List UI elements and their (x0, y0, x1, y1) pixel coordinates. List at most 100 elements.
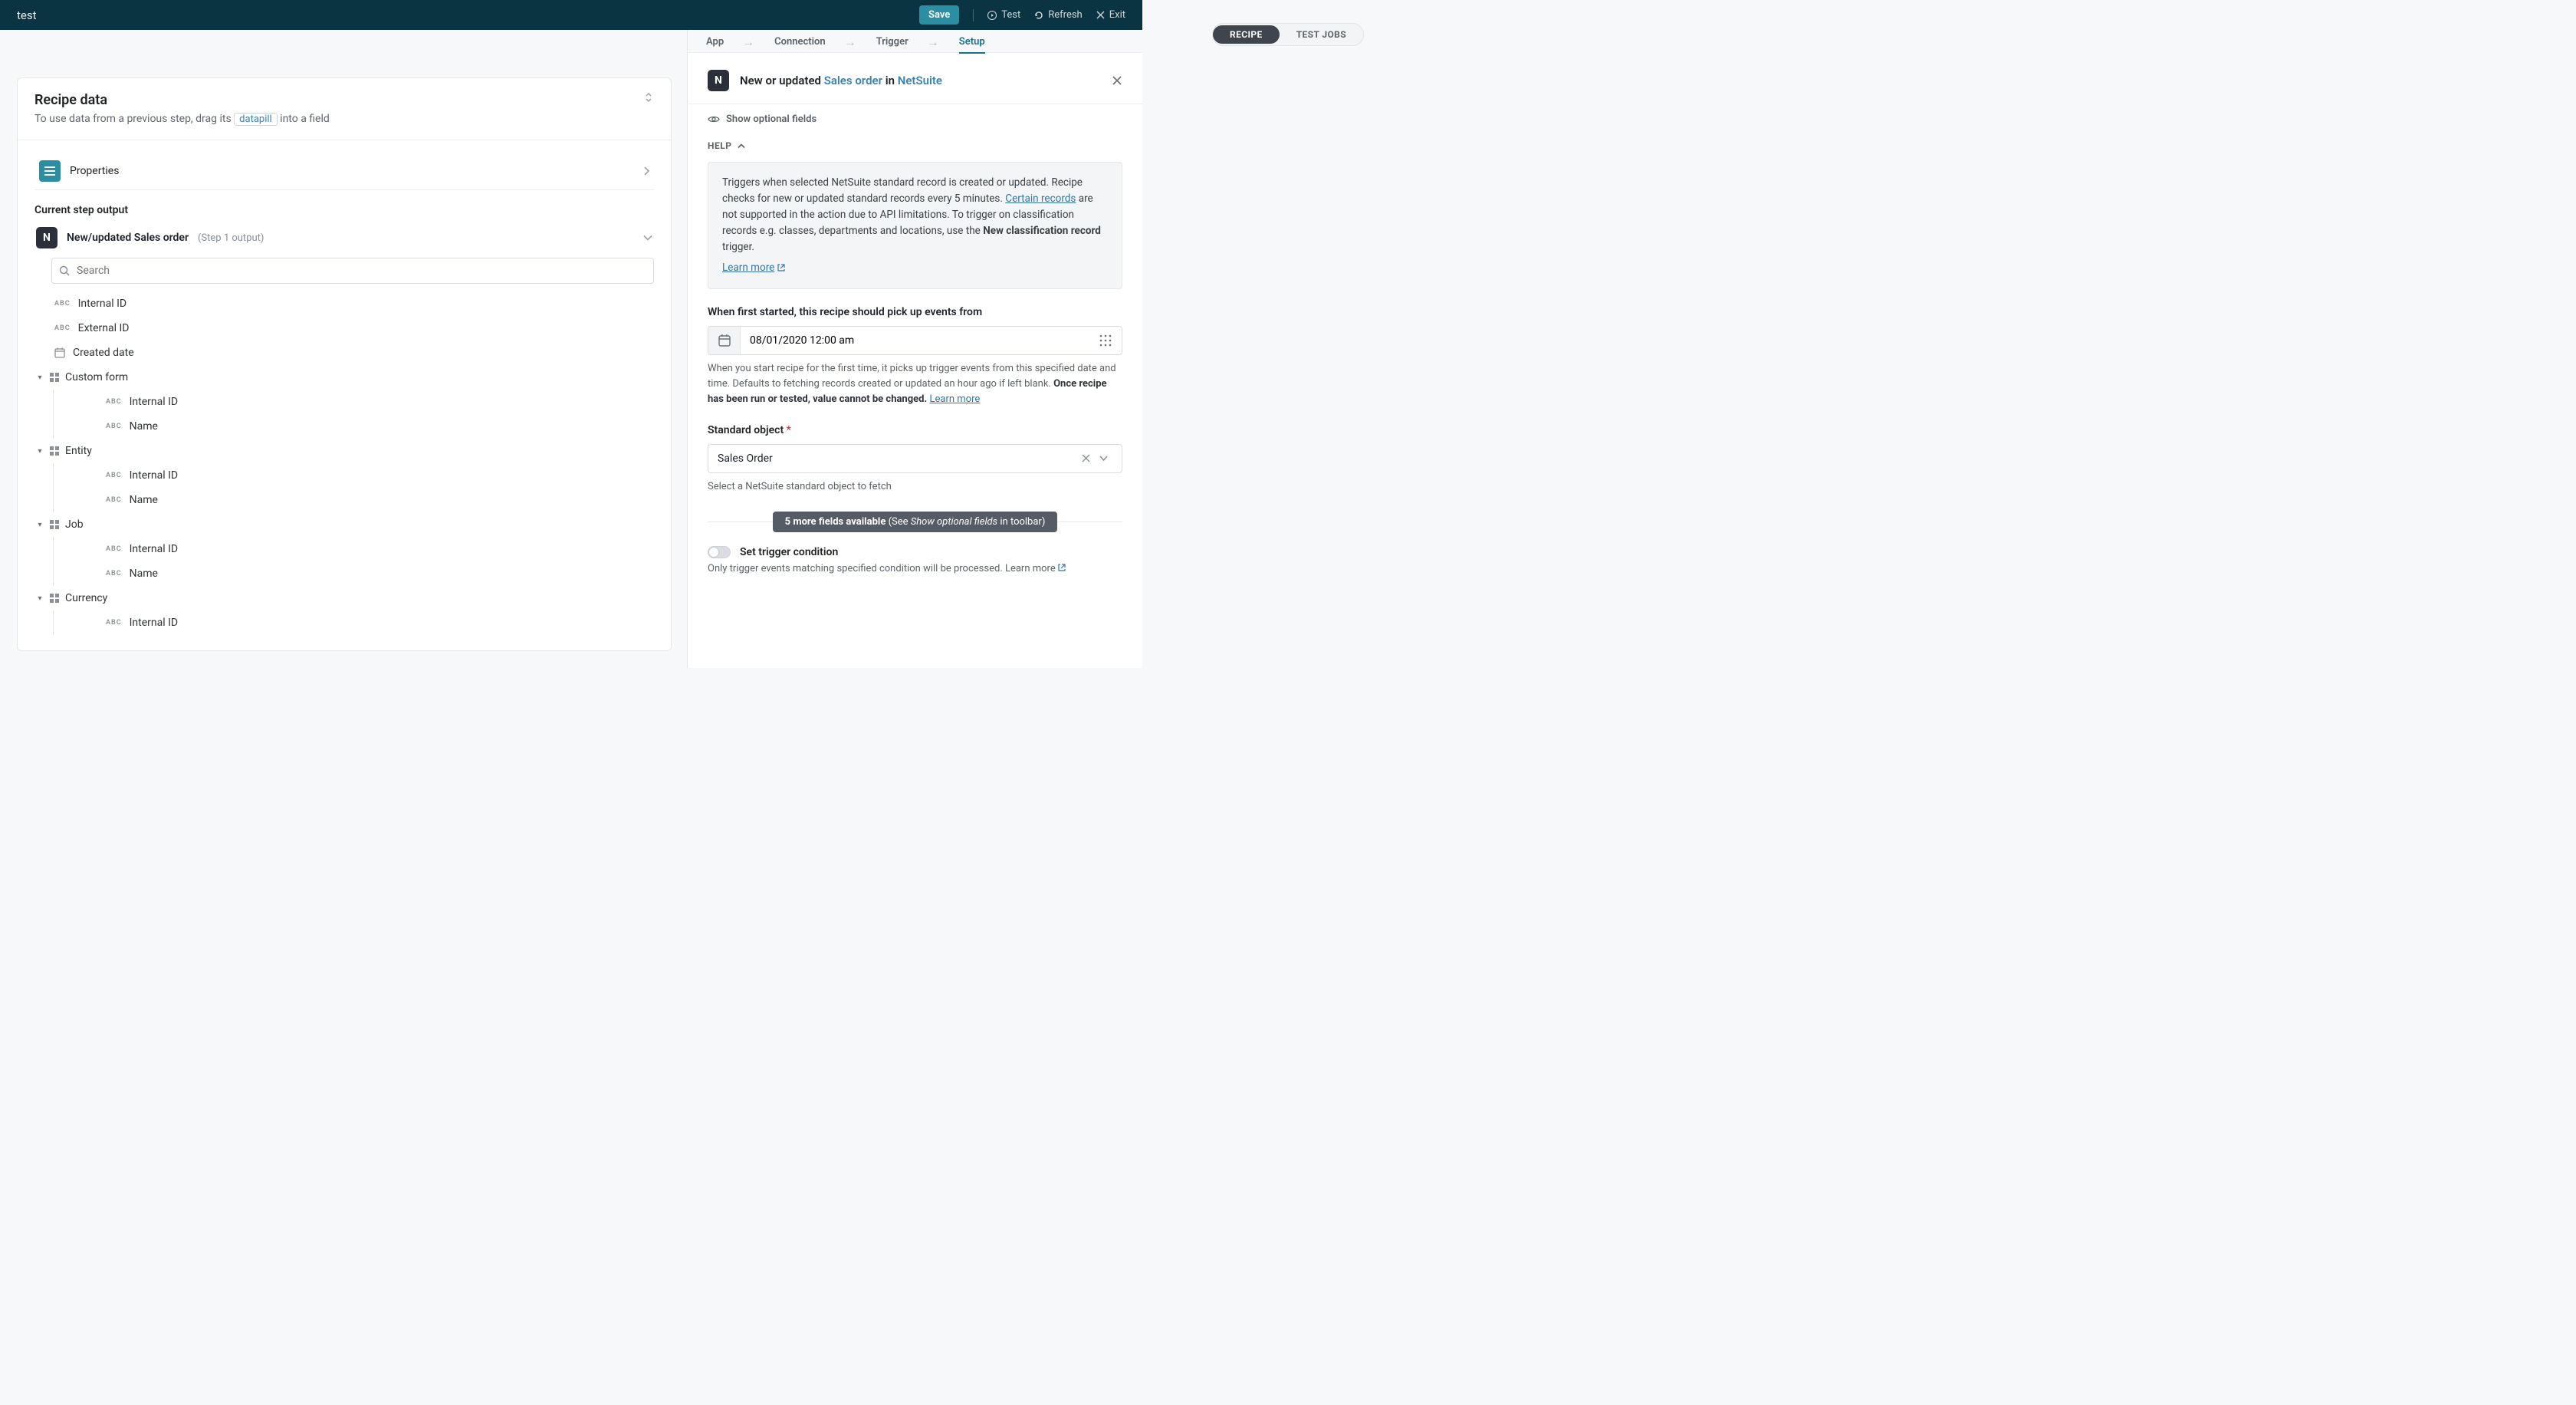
abc-icon: ABC (106, 570, 122, 577)
learn-more-link[interactable]: Learn more (930, 393, 981, 405)
abc-icon: ABC (106, 398, 122, 406)
tree-item-internal-id[interactable]: ABCInternal ID (34, 291, 654, 316)
collapse-icon[interactable] (643, 92, 654, 103)
tree-item-currency-internal-id[interactable]: ABCInternal ID (53, 610, 654, 635)
calendar-icon (708, 327, 741, 354)
save-button[interactable]: Save (919, 5, 959, 25)
datapill-tag: datapill (234, 113, 278, 126)
recipe-title: test (17, 8, 37, 22)
trigger-title: New or updated Sales order in NetSuite (740, 74, 942, 87)
close-panel-button[interactable] (1112, 75, 1122, 86)
bc-app[interactable]: App→ (706, 35, 754, 56)
external-link-icon (777, 264, 785, 271)
abc-icon: ABC (106, 545, 122, 553)
stdobj-value: Sales Order (718, 452, 1077, 465)
calendar-icon (54, 347, 65, 358)
learn-more-link[interactable]: Learn more (1005, 563, 1066, 574)
step-output-row[interactable]: N New/updated Sales order (Step 1 output… (34, 224, 654, 252)
netsuite-link[interactable]: NetSuite (898, 74, 942, 87)
data-tree: ABCInternal ID ABCExternal ID Created da… (34, 291, 654, 635)
certain-records-link[interactable]: Certain records (1005, 192, 1076, 205)
close-icon (1096, 11, 1105, 19)
sales-order-link[interactable]: Sales order (824, 74, 882, 87)
stdobj-select[interactable]: Sales Order (708, 444, 1122, 473)
field-standard-object: Standard object * Sales Order Select a N… (688, 424, 1142, 512)
chevron-down-icon[interactable] (1095, 456, 1112, 461)
play-circle-icon (987, 11, 997, 20)
refresh-button[interactable]: Refresh (1034, 9, 1082, 21)
abc-icon: ABC (54, 300, 71, 308)
divider (973, 9, 974, 21)
group-icon (50, 594, 59, 603)
tree-group-custom-form[interactable]: ▾ Custom form (34, 365, 654, 390)
recipe-data-subtitle: To use data from a previous step, drag i… (34, 113, 330, 126)
external-link-icon (1058, 564, 1066, 571)
trigger-condition-help: Only trigger events matching specified c… (688, 563, 1142, 594)
bc-trigger[interactable]: Trigger→ (876, 35, 939, 56)
test-button[interactable]: Test (987, 9, 1020, 21)
search-input[interactable] (51, 258, 654, 284)
abc-icon: ABC (106, 472, 122, 479)
show-optional-fields-button[interactable]: Show optional fields (688, 104, 1142, 134)
exit-button[interactable]: Exit (1096, 9, 1125, 21)
breadcrumb: App→ Connection→ Trigger→ Setup (688, 30, 1142, 53)
start-date-input[interactable] (741, 327, 1089, 354)
tree-item-entity-internal-id[interactable]: ABCInternal ID (53, 463, 654, 488)
caret-down-icon: ▾ (36, 447, 44, 456)
tree-item-cf-internal-id[interactable]: ABCInternal ID (53, 390, 654, 414)
tab-recipe[interactable]: RECIPE (1213, 25, 1280, 44)
recipe-data-title: Recipe data (34, 92, 330, 108)
view-tabs: RECIPE TEST JOBS (1212, 23, 1364, 46)
stdobj-help: Select a NetSuite standard object to fet… (708, 479, 1122, 495)
group-icon (50, 373, 59, 382)
stdobj-label: Standard object * (708, 424, 1122, 436)
more-fields-row: 5 more fields available (See Show option… (688, 512, 1142, 546)
learn-more-link[interactable]: Learn more (722, 260, 785, 276)
properties-label: Properties (70, 165, 119, 177)
caret-down-icon: ▾ (36, 521, 44, 529)
netsuite-icon: N (36, 227, 58, 248)
abc-icon: ABC (106, 619, 122, 627)
caret-down-icon: ▾ (36, 373, 44, 382)
trigger-condition-label: Set trigger condition (740, 546, 838, 558)
tree-item-entity-name[interactable]: ABCName (53, 488, 654, 512)
tree-item-external-id[interactable]: ABCExternal ID (34, 316, 654, 341)
group-icon (50, 446, 59, 456)
help-toggle[interactable]: HELP (688, 134, 1142, 157)
more-fields-pill: 5 more fields available (See Show option… (773, 512, 1058, 532)
datapill-picker-button[interactable] (1089, 327, 1122, 354)
trigger-header: N New or updated Sales order in NetSuite (688, 53, 1142, 104)
start-date-help: When you start recipe for the first time… (708, 361, 1122, 407)
clear-button[interactable] (1077, 454, 1095, 462)
bc-setup[interactable]: Setup (959, 36, 985, 54)
chevron-down-icon[interactable] (643, 235, 652, 241)
arrow-right-icon: → (927, 35, 939, 50)
recipe-data-panel: Recipe data To use data from a previous … (17, 77, 672, 651)
tree-group-entity[interactable]: ▾ Entity (34, 439, 654, 463)
properties-icon (39, 160, 61, 182)
caret-down-icon: ▾ (36, 594, 44, 603)
chevron-up-icon (738, 143, 745, 149)
current-step-output-label: Current step output (34, 204, 654, 216)
tree-group-job[interactable]: ▾ Job (34, 512, 654, 537)
tree-item-job-internal-id[interactable]: ABCInternal ID (53, 537, 654, 561)
tree-item-cf-name[interactable]: ABCName (53, 414, 654, 439)
trigger-condition-row: Set trigger condition (688, 546, 1142, 563)
start-date-label: When first started, this recipe should p… (708, 306, 1122, 318)
netsuite-icon: N (708, 70, 729, 91)
setup-panel: App→ Connection→ Trigger→ Setup N New or… (687, 30, 1142, 668)
abc-icon: ABC (54, 324, 71, 332)
properties-row[interactable]: Properties (34, 153, 654, 190)
tree-group-currency[interactable]: ▾ Currency (34, 586, 654, 610)
refresh-icon (1034, 11, 1043, 20)
search-icon (59, 265, 70, 276)
tree-item-created-date[interactable]: Created date (34, 341, 654, 365)
field-start-date: When first started, this recipe should p… (688, 306, 1142, 424)
arrow-right-icon: → (844, 35, 856, 50)
step-subtitle: (Step 1 output) (198, 232, 264, 244)
tree-item-job-name[interactable]: ABCName (53, 561, 654, 586)
trigger-condition-toggle[interactable] (708, 546, 731, 558)
bc-connection[interactable]: Connection→ (774, 35, 856, 56)
tab-test-jobs[interactable]: TEST JOBS (1280, 25, 1363, 44)
help-box: Triggers when selected NetSuite standard… (708, 162, 1122, 289)
